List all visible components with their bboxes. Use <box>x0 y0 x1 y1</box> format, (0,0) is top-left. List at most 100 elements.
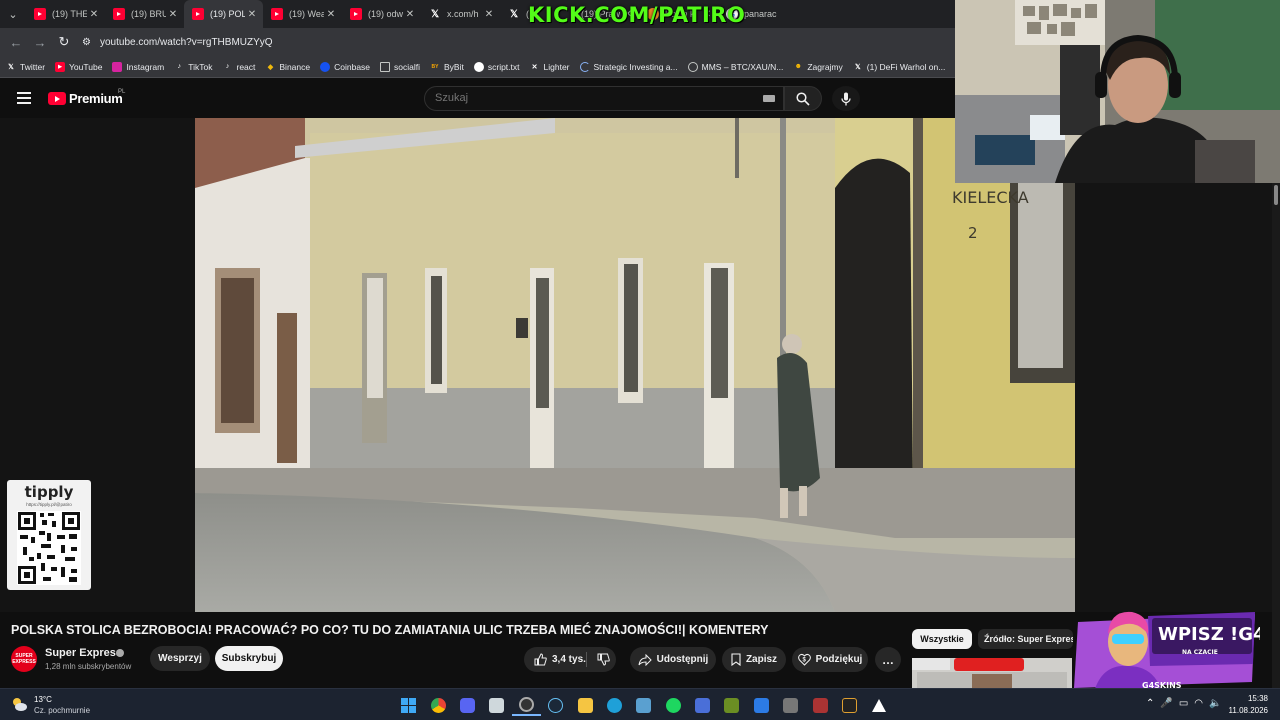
youtube-premium-logo[interactable]: Premium <box>48 91 123 106</box>
svg-text:$: $ <box>802 658 806 664</box>
coinbase-icon <box>320 61 331 72</box>
start-button[interactable] <box>394 694 423 716</box>
url-field[interactable]: ⚙ youtube.com/watch?v=rgTHBMUZYyQ <box>82 31 273 53</box>
bookmark-react[interactable]: ♪ react <box>222 62 256 72</box>
bookmark-defi-warhol[interactable]: 𝕏 (1) DeFi Warhol on... <box>853 62 945 72</box>
filter-chip-source[interactable]: Źródło: Super Express <box>978 629 1073 649</box>
ad-subline: NA CZACIE <box>1182 649 1218 656</box>
microphone-icon[interactable]: 🎤 <box>1160 698 1172 709</box>
tab-close-icon[interactable]: ✕ <box>87 9 101 20</box>
taskbar-edge[interactable] <box>600 694 629 716</box>
taskbar-discord[interactable] <box>453 694 482 716</box>
taskbar-chrome[interactable] <box>423 694 452 716</box>
voice-search-button[interactable] <box>832 86 860 111</box>
streamer-webcam-image <box>955 0 1280 183</box>
x-icon: 𝕏 <box>8 63 14 71</box>
back-arrow-icon[interactable]: ← <box>4 35 28 50</box>
taskbar-rider[interactable] <box>835 694 864 716</box>
thanks-button[interactable]: $ Podziękuj <box>792 647 868 672</box>
taskbar-app-4[interactable] <box>482 694 511 716</box>
video-frame[interactable]: KIELECKA 2 <box>195 118 1075 612</box>
scrollbar-thumb[interactable] <box>1274 185 1278 205</box>
share-button[interactable]: Udostępnij <box>630 647 716 672</box>
bookmark-zagrajmy[interactable]: ☻ Zagrajmy <box>793 62 843 72</box>
weather-condition[interactable]: Cz. pochmurnie <box>34 706 90 715</box>
taskbar-app-13[interactable] <box>747 694 776 716</box>
browser-tab[interactable]: (19) THE ✕ <box>26 0 105 28</box>
bookmark-label: MMS – BTC/XAU/N... <box>701 61 784 72</box>
discord-icon <box>459 697 475 713</box>
thumbnail-image <box>912 658 1072 688</box>
taskbar-app-17[interactable] <box>864 694 893 716</box>
taskbar-explorer[interactable] <box>570 694 599 716</box>
browser-tab[interactable]: (19) odw ✕ <box>342 0 421 28</box>
like-count[interactable]: 3,4 tys. <box>552 654 586 665</box>
browser-tab[interactable]: (19) Wea ✕ <box>263 0 342 28</box>
bookmark-binance[interactable]: ◆ Binance <box>265 62 310 72</box>
taskbar-app-9[interactable] <box>629 694 658 716</box>
bookmark-bybit[interactable]: BY ByBit <box>430 62 464 72</box>
thumbs-down-icon[interactable] <box>597 653 610 669</box>
clock-date[interactable]: 11.08.2026 <box>1220 706 1268 715</box>
bookmark-folder-socialfi[interactable]: socialfi <box>380 61 420 72</box>
youtube-play-icon <box>48 92 66 105</box>
reload-icon[interactable]: ↻ <box>52 34 76 50</box>
weather-temperature[interactable]: 13°C <box>34 695 52 704</box>
channel-name[interactable]: Super Express <box>45 647 122 659</box>
thumbs-up-icon[interactable] <box>534 653 547 666</box>
bookmark-coinbase[interactable]: Coinbase <box>320 61 370 72</box>
bookmark-script[interactable]: script.txt <box>473 61 520 72</box>
search-input[interactable] <box>435 92 755 104</box>
bookmark-twitter[interactable]: 𝕏 Twitter <box>6 62 45 72</box>
more-actions-button[interactable]: … <box>875 647 901 672</box>
wifi-icon[interactable]: ◠ <box>1194 698 1203 709</box>
taskbar-spotify[interactable] <box>659 694 688 716</box>
monitor-icon[interactable]: ▭ <box>1179 698 1188 709</box>
bookmark-youtube[interactable]: ▶ YouTube <box>55 61 102 72</box>
taskbar-app-11[interactable] <box>688 694 717 716</box>
keyboard-icon[interactable] <box>763 95 775 102</box>
tab-title: (19) THE <box>52 9 87 19</box>
taskbar-steam[interactable] <box>541 694 570 716</box>
instagram-icon <box>112 61 123 72</box>
clock-time[interactable]: 15:38 <box>1228 694 1268 703</box>
taskbar-app-15[interactable] <box>805 694 834 716</box>
partly-cloudy-icon[interactable] <box>10 696 28 712</box>
bookmark-lighter[interactable]: ✕ Lighter <box>530 62 570 72</box>
chevron-up-icon[interactable]: ⌃ <box>1146 698 1154 709</box>
tab-close-icon[interactable]: ✕ <box>245 9 259 20</box>
channel-avatar[interactable]: SUPER EXPRESS <box>11 646 37 672</box>
youtube-header: Premium PL <box>0 78 955 118</box>
tab-close-icon[interactable]: ✕ <box>403 9 417 20</box>
forward-arrow-icon[interactable]: → <box>28 35 52 50</box>
subscribe-button[interactable]: Subskrybuj <box>215 646 283 671</box>
filter-chip-all[interactable]: Wszystkie <box>912 629 972 649</box>
windows-logo-icon <box>401 697 417 713</box>
tab-close-icon[interactable]: ✕ <box>166 9 180 20</box>
taskbar-minecraft[interactable] <box>717 694 746 716</box>
minecraft-icon <box>724 697 740 713</box>
bookmark-mms[interactable]: MMS – BTC/XAU/N... <box>687 61 784 72</box>
webcam-overlay <box>955 0 1280 183</box>
support-button[interactable]: Wesprzyj <box>150 646 210 671</box>
browser-tab[interactable]: 𝕏x.com/h ✕ <box>421 0 500 28</box>
tab-close-icon[interactable]: ✕ <box>482 9 496 20</box>
hamburger-menu-icon[interactable] <box>17 92 31 104</box>
bookmark-strategic-investing[interactable]: Strategic Investing a... <box>579 61 678 72</box>
browser-tab[interactable]: (19) BRU ✕ <box>105 0 184 28</box>
bookmark-instagram[interactable]: Instagram <box>112 61 164 72</box>
page-scrollbar[interactable] <box>1272 183 1280 688</box>
bookmark-tiktok[interactable]: ♪ TikTok <box>174 62 212 72</box>
tab-close-icon[interactable]: ✕ <box>324 9 338 20</box>
site-settings-icon[interactable]: ⚙ <box>82 37 96 48</box>
tab-search-chevron-icon[interactable]: ⌄ <box>0 0 26 28</box>
save-button[interactable]: Zapisz <box>722 647 786 672</box>
taskbar-app-14[interactable] <box>776 694 805 716</box>
url-text[interactable]: youtube.com/watch?v=rgTHBMUZYyQ <box>100 37 273 48</box>
taskbar-obs[interactable] <box>511 694 541 716</box>
browser-tab-active[interactable]: (19) POL ✕ <box>184 0 263 28</box>
video-player[interactable]: KIELECKA 2 tipply https://tipply.pl/@pat… <box>0 118 1280 714</box>
x-icon: 𝕏 <box>509 8 519 20</box>
recommended-video-thumbnail[interactable] <box>912 658 1072 688</box>
search-button[interactable] <box>784 86 822 111</box>
